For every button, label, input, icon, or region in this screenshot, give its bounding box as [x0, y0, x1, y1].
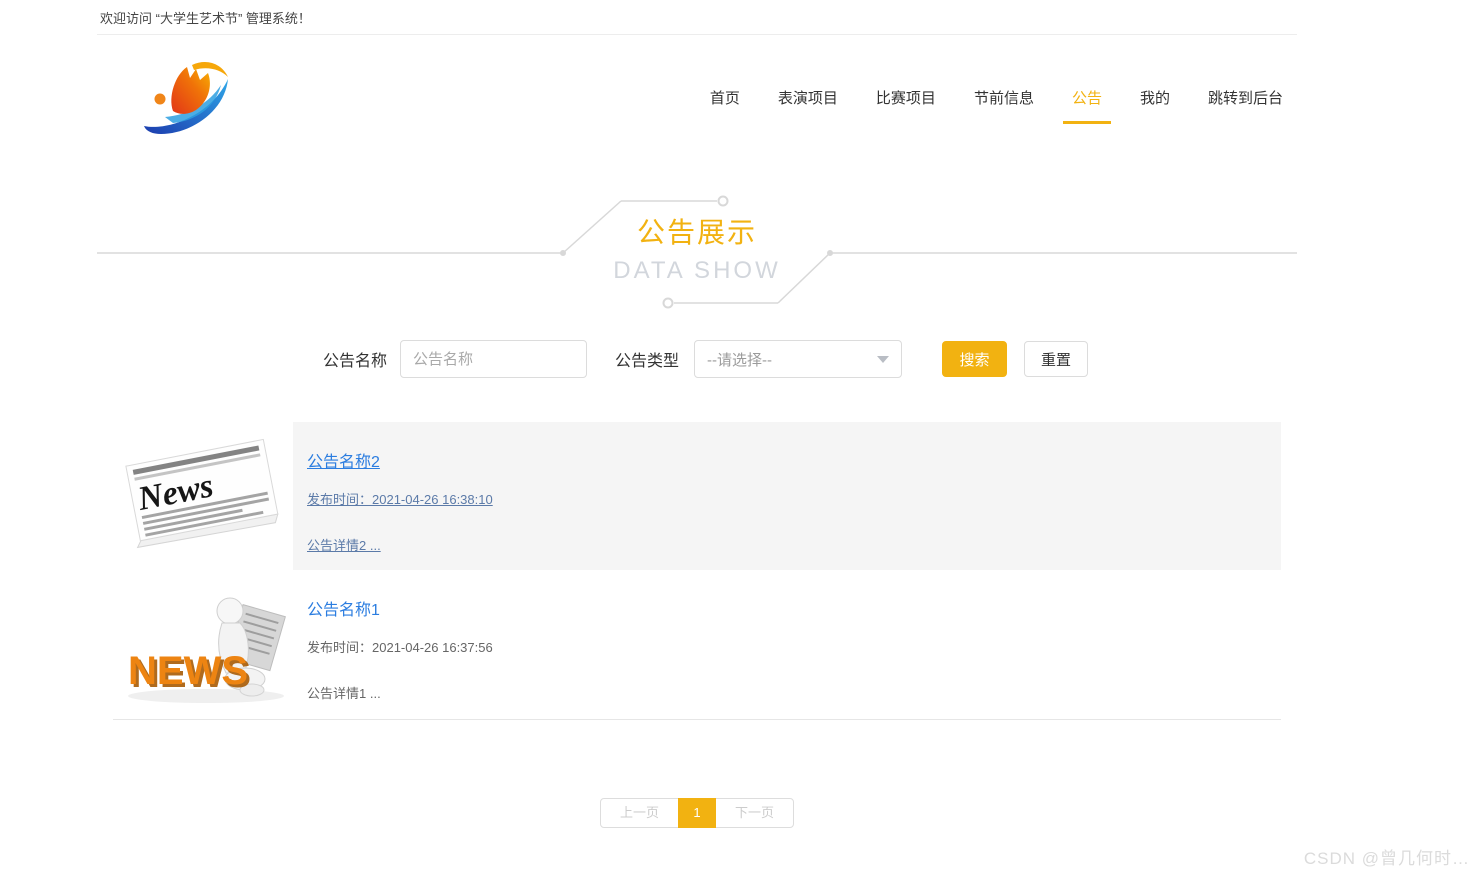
- current-page-button[interactable]: 1: [678, 798, 716, 828]
- news-figure-image-icon: NEWS NEWS: [128, 597, 286, 703]
- announcement-detail-link[interactable]: 公告详情2 ...: [307, 535, 493, 554]
- announcement-type-label: 公告类型: [615, 353, 680, 370]
- announcement-row[interactable]: News 公告名称2 发布时间：2021-04-26 16:38:10 公告详情…: [113, 422, 1281, 570]
- reset-button[interactable]: 重置: [1024, 341, 1089, 377]
- nav-item-mine[interactable]: 我的: [1140, 87, 1170, 108]
- announcement-detail-link[interactable]: 公告详情1 ...: [307, 683, 493, 702]
- announcement-name-input[interactable]: [400, 340, 588, 378]
- search-form: 公告名称 公告类型 --请选择-- 搜索 重置: [97, 340, 1297, 378]
- main-nav: 首页 表演项目 比赛项目 节前信息 公告 我的 跳转到后台: [710, 87, 1283, 124]
- next-page-button[interactable]: 下一页: [715, 798, 795, 828]
- announcement-list: News 公告名称2 发布时间：2021-04-26 16:38:10 公告详情…: [113, 422, 1281, 720]
- announcement-title-link[interactable]: 公告名称2: [307, 448, 493, 472]
- announcement-info: 公告名称1 发布时间：2021-04-26 16:37:56 公告详情1 ...: [307, 570, 493, 719]
- art-festival-logo-icon[interactable]: [137, 57, 237, 137]
- select-placeholder: --请选择--: [707, 351, 773, 369]
- announcement-row[interactable]: NEWS NEWS 公告名称1 发布时间：2021-04-26 16:37:56…: [113, 570, 1281, 720]
- search-button[interactable]: 搜索: [942, 341, 1008, 377]
- nav-item-announcements[interactable]: 公告: [1062, 87, 1111, 124]
- page-title: 公告展示: [636, 217, 757, 248]
- news-3d-text: NEWS: [128, 649, 248, 693]
- nav-item-pre-festival-info[interactable]: 节前信息: [974, 87, 1034, 108]
- announcement-publish-time[interactable]: 发布时间：2021-04-26 16:37:56: [307, 637, 493, 656]
- nav-item-home[interactable]: 首页: [710, 87, 740, 108]
- prev-page-button[interactable]: 上一页: [599, 798, 679, 828]
- chevron-down-icon: [877, 355, 890, 363]
- logo-swoosh-icon: [144, 62, 228, 134]
- announcement-type-select[interactable]: --请选择--: [694, 340, 903, 378]
- csdn-watermark: CSDN @曾几何时…: [1303, 849, 1470, 868]
- announcement-thumbnail[interactable]: News: [113, 422, 293, 570]
- page-subtitle: DATA SHOW: [613, 257, 781, 284]
- section-header: 公告展示 DATA SHOW: [97, 195, 1297, 315]
- announcement-publish-time[interactable]: 发布时间：2021-04-26 16:38:10: [307, 489, 493, 508]
- announcement-title-link[interactable]: 公告名称1: [307, 596, 493, 620]
- welcome-bar: 欢迎访问 “大学生艺术节” 管理系统！: [97, 0, 1297, 35]
- header: 首页 表演项目 比赛项目 节前信息 公告 我的 跳转到后台: [97, 35, 1297, 159]
- announcement-thumbnail[interactable]: NEWS NEWS: [113, 570, 293, 719]
- nav-item-go-to-backend[interactable]: 跳转到后台: [1208, 87, 1283, 108]
- newspaper-image-icon: News: [125, 438, 279, 549]
- announcement-info: 公告名称2 发布时间：2021-04-26 16:38:10 公告详情2 ...: [307, 422, 493, 570]
- nav-item-performance-projects[interactable]: 表演项目: [778, 87, 838, 108]
- pagination: 上一页 1 下一页: [599, 798, 795, 828]
- welcome-text: 欢迎访问 “大学生艺术节” 管理系统！: [100, 10, 311, 26]
- announcement-name-label: 公告名称: [323, 353, 388, 370]
- nav-item-competition-projects[interactable]: 比赛项目: [876, 87, 936, 108]
